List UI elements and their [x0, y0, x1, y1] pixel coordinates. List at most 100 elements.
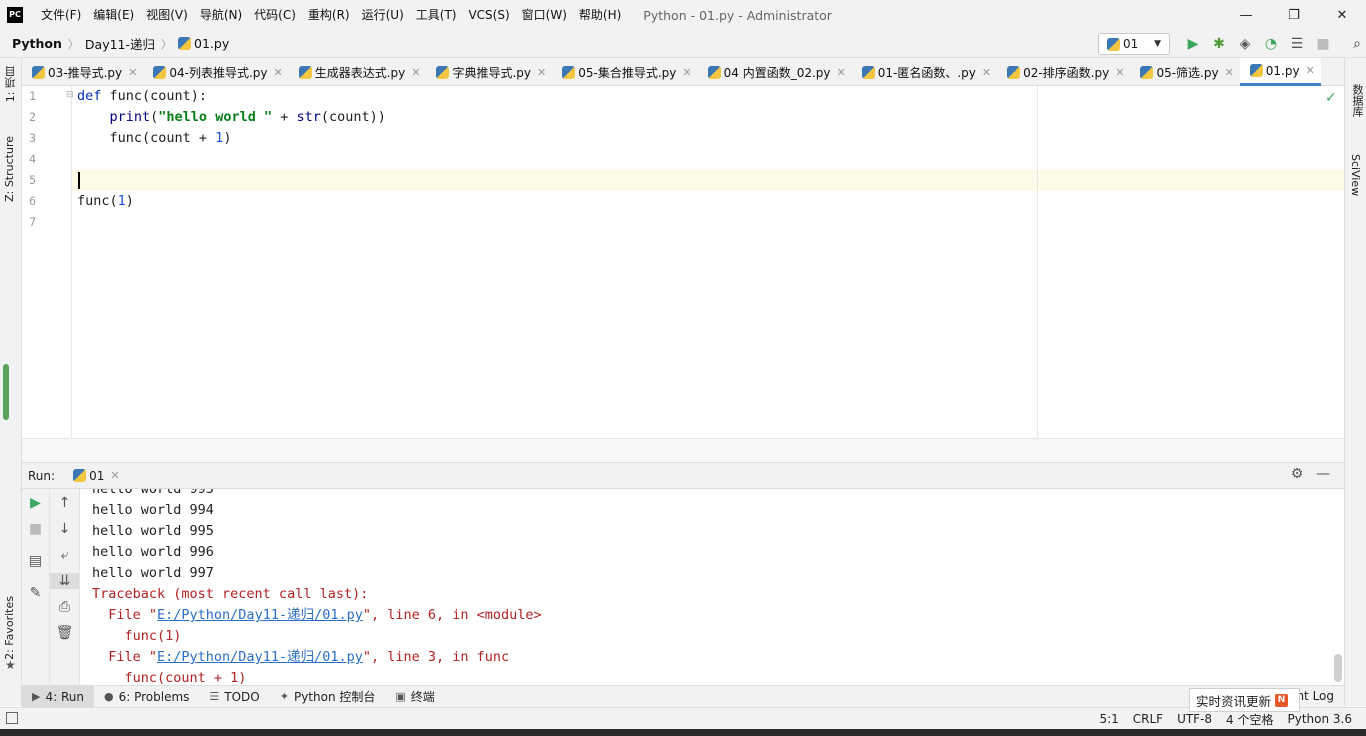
traceback-file-link[interactable]: E:/Python/Day11-递归/01.py	[157, 649, 363, 665]
hide-panel-icon[interactable]: —	[1310, 466, 1336, 482]
code-text: )	[125, 193, 134, 209]
soft-wrap-icon[interactable]: ⤶	[50, 547, 79, 563]
breadcrumb-folder[interactable]: Day11-递归	[85, 34, 155, 53]
menu-run[interactable]: 运行(U)	[356, 0, 410, 30]
line-number: 2	[29, 110, 36, 124]
menu-file[interactable]: 文件(F)	[35, 0, 87, 30]
run-configuration-select[interactable]: 01 ▼	[1098, 33, 1170, 55]
stop-icon[interactable]: ■	[1310, 36, 1336, 52]
menu-code[interactable]: 代码(C)	[248, 0, 302, 30]
run-panel-header: Run: 01 ✕ ⚙ —	[22, 462, 1344, 489]
menu-view[interactable]: 视图(V)	[140, 0, 194, 30]
close-tab-icon[interactable]: ✕	[110, 469, 119, 482]
code-line-1: def func(count):	[77, 86, 207, 107]
inspection-ok-check-icon[interactable]: ✓	[1325, 90, 1337, 106]
tab-label: 02-排序函数.py	[1023, 65, 1110, 80]
tab-01-py[interactable]: 01.py ✕	[1239, 58, 1321, 86]
tab-dict-comprehension[interactable]: 字典推导式.py ✕	[426, 58, 552, 86]
tab-05-set-comprehension[interactable]: 05-集合推导式.py ✕	[552, 58, 697, 86]
caret-position[interactable]: 5:1	[1099, 712, 1118, 726]
close-tab-icon[interactable]: ✕	[274, 66, 283, 79]
close-tab-icon[interactable]: ✕	[982, 66, 991, 79]
search-everywhere-icon[interactable]: ⌕	[1344, 36, 1366, 52]
editor-breadcrumb-strip	[22, 438, 1344, 462]
fold-marker-icon[interactable]: ⊟	[66, 90, 74, 100]
tab-03-derivation[interactable]: 03-推导式.py ✕	[22, 58, 143, 86]
tab-01-anonymous-function[interactable]: 01-匿名函数、.py ✕	[852, 58, 997, 86]
close-tab-icon[interactable]: ✕	[1306, 64, 1315, 77]
stop-icon[interactable]: ■	[22, 521, 49, 537]
restore-button[interactable]: ❐	[1270, 0, 1318, 30]
scroll-down-icon[interactable]: ↓	[50, 521, 79, 537]
close-tab-icon[interactable]: ✕	[682, 66, 691, 79]
tool-tab-label: TODO	[224, 689, 260, 704]
indent-setting[interactable]: 4 个空格	[1226, 711, 1273, 728]
layout-icon[interactable]: ▤	[22, 553, 49, 569]
traceback-code: func(1)	[92, 628, 182, 644]
menu-help[interactable]: 帮助(H)	[573, 0, 627, 30]
line-number-gutter: 1 2 3 4 5 6 7 ⊟	[22, 86, 74, 438]
toggle-tool-windows-icon[interactable]	[6, 712, 18, 724]
run-tab-01[interactable]: 01 ✕	[73, 469, 120, 483]
code-line-3: func(count + 1)	[77, 128, 232, 149]
console-output[interactable]: hello world 993 hello world 994 hello wo…	[92, 489, 1334, 685]
breadcrumb-project[interactable]: Python	[12, 36, 62, 51]
coverage-icon[interactable]: ◈	[1232, 36, 1258, 52]
tool-tab-label: Python 控制台	[293, 690, 376, 704]
database-tool-button[interactable]: 数据库	[1349, 84, 1365, 117]
close-tab-icon[interactable]: ✕	[837, 66, 846, 79]
pin-icon[interactable]: ✎	[22, 585, 49, 601]
close-tab-icon[interactable]: ✕	[411, 66, 420, 79]
profile-icon[interactable]: ◔	[1258, 36, 1284, 52]
tab-label: 01.py	[1265, 63, 1300, 78]
scroll-to-end-icon[interactable]: ⇊	[50, 573, 79, 589]
code-text: func(count +	[77, 130, 216, 146]
concurrency-icon[interactable]: ☰	[1284, 36, 1310, 52]
tab-04-builtin-functions[interactable]: 04 内置函数_02.py ✕	[698, 58, 852, 86]
python-interpreter[interactable]: Python 3.6	[1288, 712, 1353, 726]
tab-02-sort-function[interactable]: 02-排序函数.py ✕	[997, 58, 1130, 86]
project-tool-button[interactable]: 1: 项目	[3, 66, 19, 102]
close-tab-icon[interactable]: ✕	[128, 66, 137, 79]
problems-tool-tab[interactable]: ● 6: Problems	[94, 686, 199, 708]
builtin-str: str	[296, 109, 321, 125]
favorites-tool-button[interactable]: 2: Favorites	[3, 596, 16, 660]
run-tool-tab[interactable]: ▶ 4: Run	[22, 685, 94, 708]
traceback-file-link[interactable]: E:/Python/Day11-递归/01.py	[157, 607, 363, 623]
line-separator[interactable]: CRLF	[1133, 712, 1163, 726]
close-tab-icon[interactable]: ✕	[1225, 66, 1234, 79]
terminal-tool-tab[interactable]: ▣ 终端	[385, 686, 444, 708]
menu-navigate[interactable]: 导航(N)	[194, 0, 248, 30]
menu-vcs[interactable]: VCS(S)	[462, 0, 515, 30]
minimize-button[interactable]: —	[1222, 0, 1270, 30]
sciview-tool-button[interactable]: SciView	[1349, 154, 1362, 196]
debug-icon[interactable]: ✱	[1206, 36, 1232, 52]
close-tab-icon[interactable]: ✕	[537, 66, 546, 79]
console-scrollbar[interactable]	[1334, 654, 1342, 682]
tab-05-filter[interactable]: 05-筛选.py ✕	[1130, 58, 1239, 86]
print-icon[interactable]: ⎙	[50, 599, 79, 615]
close-tab-icon[interactable]: ✕	[1115, 66, 1124, 79]
menu-tools[interactable]: 工具(T)	[410, 0, 463, 30]
close-window-button[interactable]: ✕	[1318, 0, 1366, 30]
run-icon[interactable]: ▶	[1180, 36, 1206, 52]
builtin-print: print	[109, 109, 151, 125]
news-notification[interactable]: 实时资讯更新 N	[1189, 688, 1300, 712]
structure-tool-button[interactable]: Z: Structure	[3, 136, 16, 202]
tab-04-list-comprehension[interactable]: 04-列表推导式.py ✕	[143, 58, 288, 86]
gear-icon[interactable]: ⚙	[1284, 466, 1310, 482]
breadcrumb-file[interactable]: 01.py	[194, 36, 229, 51]
chevron-down-icon: ▼	[1154, 39, 1161, 49]
tab-generator-expression[interactable]: 生成器表达式.py ✕	[289, 58, 427, 86]
scroll-up-icon[interactable]: ↑	[50, 495, 79, 511]
menu-edit[interactable]: 编辑(E)	[87, 0, 140, 30]
python-console-tool-tab[interactable]: ✦ Python 控制台	[270, 686, 386, 708]
menu-window[interactable]: 窗口(W)	[516, 0, 573, 30]
code-editor[interactable]: 1 2 3 4 5 6 7 ⊟ def func(count): print("…	[22, 86, 1344, 438]
rerun-icon[interactable]: ▶	[22, 495, 49, 511]
console-line: hello world 997	[92, 565, 214, 581]
todo-tool-tab[interactable]: ☰ TODO	[199, 686, 269, 708]
trash-icon[interactable]: 🗑	[50, 625, 79, 641]
file-encoding[interactable]: UTF-8	[1177, 712, 1212, 726]
menu-refactor[interactable]: 重构(R)	[302, 0, 356, 30]
